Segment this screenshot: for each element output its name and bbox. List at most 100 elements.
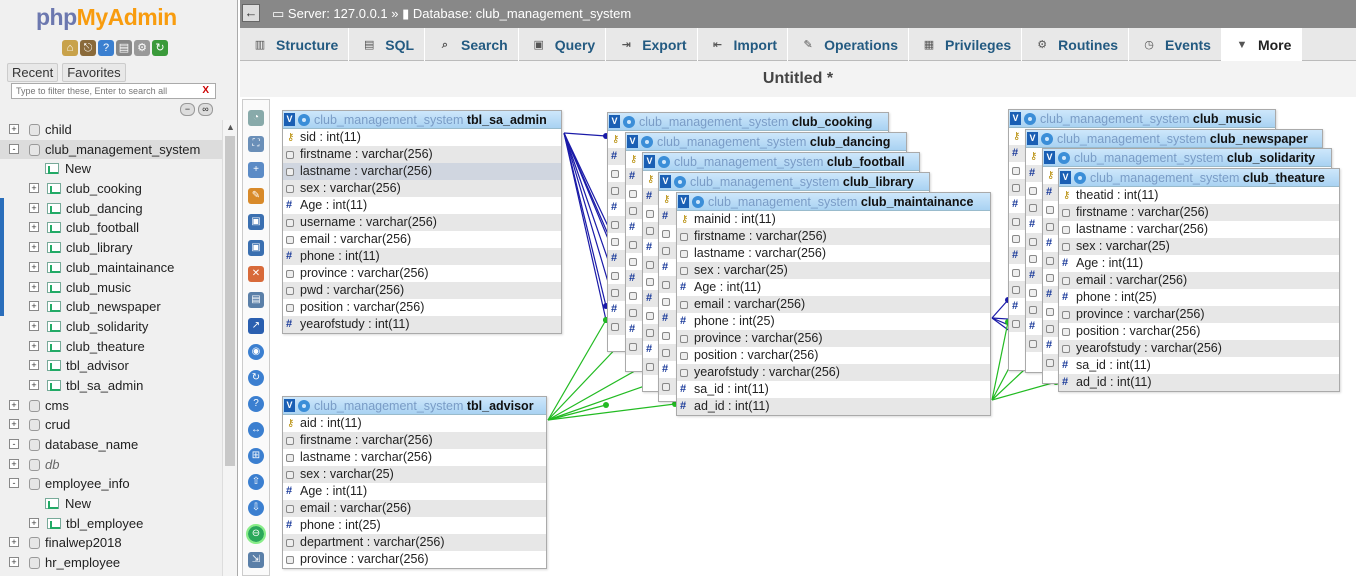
toggle-columns-icon[interactable]: V (284, 113, 295, 126)
display-field-icon[interactable]: ◉ (248, 344, 264, 360)
column-row[interactable]: position : varchar(256) (283, 299, 561, 316)
column-row[interactable]: # Age : int(11) (283, 483, 546, 500)
column-row[interactable]: username : varchar(256) (283, 214, 561, 231)
collapse-all-icon[interactable]: − (180, 103, 195, 116)
column-row[interactable]: # Age : int(11) (283, 197, 561, 214)
expand-icon[interactable]: + (9, 458, 19, 469)
expand-icon[interactable]: + (9, 557, 19, 568)
expand-icon[interactable]: + (29, 183, 39, 194)
link-icon[interactable]: ∞ (198, 103, 213, 116)
column-row[interactable]: firstname : varchar(256) (1059, 204, 1339, 221)
tree-item[interactable]: + tbl_advisor (0, 356, 222, 376)
column-row[interactable]: sex : varchar(25) (677, 262, 990, 279)
column-row[interactable]: pwd : varchar(256) (283, 282, 561, 299)
table-options-icon[interactable] (298, 400, 310, 412)
column-row[interactable]: firstname : varchar(256) (283, 146, 561, 163)
tab-import[interactable]: ⇤ Import (698, 28, 789, 61)
tab-search[interactable]: ⌕ Search (425, 28, 519, 61)
expand-icon[interactable]: + (9, 124, 19, 134)
tree-item[interactable]: - club_management_system (0, 139, 222, 160)
toggle-columns-icon[interactable]: V (627, 135, 638, 148)
tree-item[interactable]: + club_theature (0, 337, 222, 357)
table-options-icon[interactable] (623, 116, 635, 128)
tree-item[interactable]: + child (0, 120, 222, 140)
tab-privileges[interactable]: ▦ Privileges (909, 28, 1023, 61)
column-row[interactable]: email : varchar(256) (1059, 272, 1339, 289)
tree-item[interactable]: + club_newspaper (0, 297, 222, 317)
toggle-menu-icon[interactable]: ◔ (248, 110, 264, 126)
column-row[interactable]: lastname : varchar(256) (677, 245, 990, 262)
table-options-icon[interactable] (1041, 133, 1053, 145)
docs-icon[interactable]: ▤ (116, 40, 132, 56)
column-row[interactable]: # sa_id : int(11) (677, 381, 990, 398)
toggle-columns-icon[interactable]: V (1060, 171, 1071, 184)
breadcrumb-database[interactable]: Database: club_management_system (413, 6, 631, 21)
scroll-thumb[interactable] (225, 136, 235, 466)
table-header[interactable]: Vclub_management_system club_library (659, 173, 929, 191)
expand-icon[interactable]: + (29, 517, 39, 528)
reload-icon[interactable]: ↻ (248, 370, 264, 386)
toggle-columns-icon[interactable]: V (1027, 132, 1038, 145)
save-page-icon[interactable]: ▣ (248, 214, 264, 230)
column-row[interactable]: position : varchar(256) (677, 347, 990, 364)
tree-item[interactable]: + db (0, 455, 222, 475)
expand-icon[interactable]: + (29, 301, 39, 312)
toggle-columns-icon[interactable]: V (1010, 112, 1021, 125)
expand-icon[interactable]: + (9, 399, 19, 410)
create-table-icon[interactable]: ▤ (248, 292, 264, 308)
expand-icon[interactable]: + (29, 222, 39, 233)
tree-item[interactable]: + club_dancing (0, 199, 222, 219)
tree-item[interactable]: + club_maintainance (0, 258, 222, 278)
column-row[interactable]: lastname : varchar(256) (283, 163, 561, 180)
column-row[interactable]: # phone : int(11) (283, 248, 561, 265)
table-header[interactable]: Vclub_management_system club_music (1009, 110, 1275, 128)
table-options-icon[interactable] (1024, 113, 1036, 125)
column-row[interactable]: ⚷ mainid : int(11) (677, 211, 990, 228)
tree-item[interactable]: + club_football (0, 218, 222, 238)
column-row[interactable]: # ad_id : int(11) (677, 398, 990, 415)
column-row[interactable]: province : varchar(256) (283, 265, 561, 282)
column-row[interactable]: lastname : varchar(256) (1059, 221, 1339, 238)
column-row[interactable]: firstname : varchar(256) (677, 228, 990, 245)
column-row[interactable]: # Age : int(11) (1059, 255, 1339, 272)
column-row[interactable]: province : varchar(256) (677, 330, 990, 347)
column-row[interactable]: ⚷ aid : int(11) (283, 415, 546, 432)
tree-item[interactable]: + tbl_sa_admin (0, 376, 222, 396)
column-row[interactable]: yearofstudy : varchar(256) (677, 364, 990, 381)
table-club_maintainance[interactable]: Vclub_management_system club_maintainanc… (676, 192, 991, 416)
toggle-columns-icon[interactable]: V (678, 195, 689, 208)
collapse-icon[interactable]: - (9, 478, 19, 489)
tab-more[interactable]: ▼ More (1221, 28, 1303, 61)
collapse-nav-icon[interactable]: ← (242, 4, 260, 22)
recent-tab[interactable]: Recent (7, 63, 59, 82)
tree-item[interactable]: New (0, 494, 222, 514)
tree-item[interactable]: - employee_info (0, 474, 222, 494)
logout-icon[interactable]: ⎋ (80, 40, 96, 56)
table-tbl_sa_admin[interactable]: Vclub_management_system tbl_sa_admin ⚷ sid… (282, 110, 562, 334)
fullscreen-icon[interactable]: ⛶ (248, 136, 264, 152)
relation-icon[interactable]: ↗ (248, 318, 264, 334)
collapse-tables-icon[interactable]: ⇧ (248, 474, 264, 490)
expand-icon[interactable]: + (29, 242, 39, 253)
column-row[interactable]: position : varchar(256) (1059, 323, 1339, 340)
tree-item[interactable]: + crud (0, 415, 222, 435)
tree-item[interactable]: + hr_employee (0, 553, 222, 573)
column-row[interactable]: # phone : int(25) (1059, 289, 1339, 306)
table-options-icon[interactable] (1074, 172, 1086, 184)
table-header[interactable]: Vclub_management_system club_solidarity (1043, 149, 1331, 167)
expand-tables-icon[interactable]: ⇩ (248, 500, 264, 516)
help-icon[interactable]: ? (98, 40, 114, 56)
collapse-icon[interactable]: - (9, 439, 19, 449)
toggle-columns-icon[interactable]: V (284, 399, 295, 412)
tree-item[interactable]: + tbl_employee (0, 514, 222, 534)
column-row[interactable]: province : varchar(256) (283, 551, 546, 568)
breadcrumb-server[interactable]: Server: 127.0.0.1 (288, 6, 388, 21)
expand-icon[interactable]: + (29, 340, 39, 351)
table-options-icon[interactable] (674, 176, 686, 188)
expand-icon[interactable]: + (29, 320, 39, 331)
favorites-tab[interactable]: Favorites (62, 63, 126, 82)
table-header[interactable]: Vclub_management_system club_football (643, 153, 919, 171)
column-row[interactable]: ⚷ sid : int(11) (283, 129, 561, 146)
export-schema-icon[interactable]: ⇲ (248, 552, 264, 568)
table-options-icon[interactable] (641, 136, 653, 148)
